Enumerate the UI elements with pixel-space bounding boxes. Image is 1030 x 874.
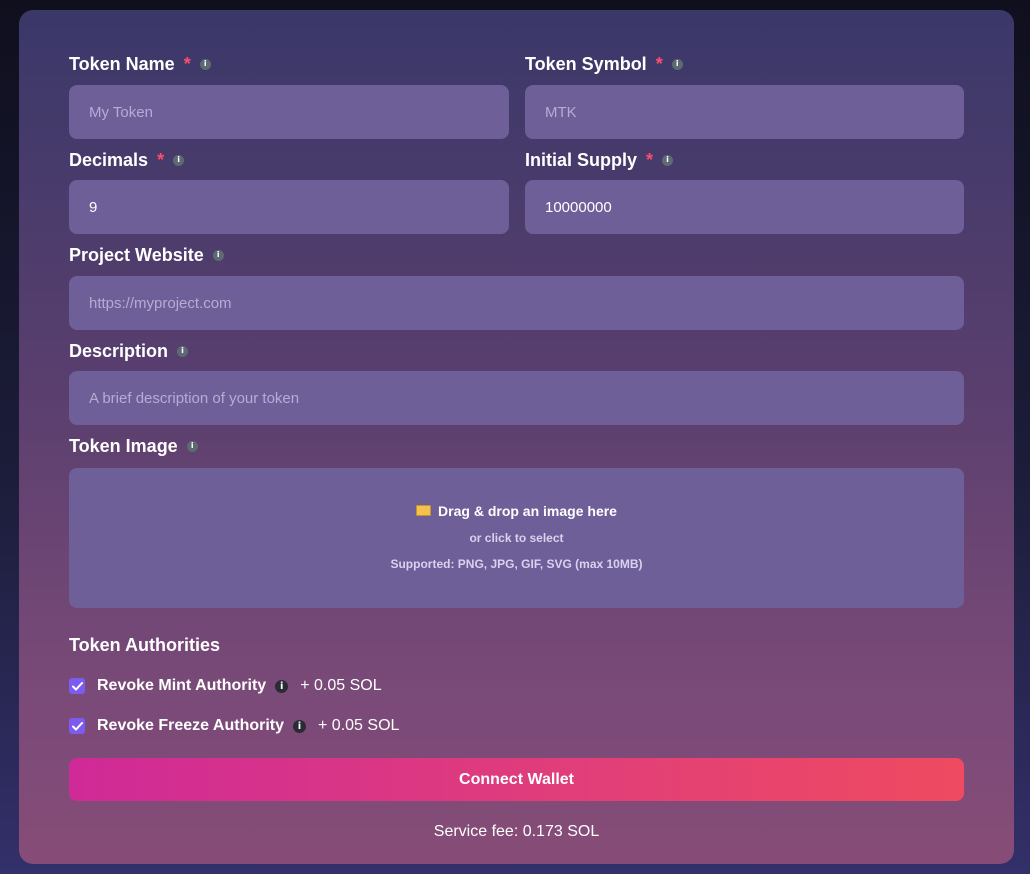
token-name-label: Token Name * i — [69, 53, 211, 75]
info-icon[interactable]: i — [662, 154, 674, 166]
dropzone-drop-text: Drag & drop an image here — [438, 503, 617, 519]
token-image-label: Token Image i — [69, 435, 198, 457]
description-input[interactable] — [69, 371, 964, 425]
initial-supply-label: Initial Supply * i — [525, 149, 674, 171]
dropzone-main-text: Drag & drop an image here — [69, 503, 964, 519]
image-dropzone[interactable]: Drag & drop an image here or click to se… — [69, 468, 964, 608]
token-name-input[interactable] — [69, 85, 509, 139]
check-icon — [71, 721, 83, 730]
project-website-label: Project Website i — [69, 244, 224, 266]
description-label-text: Description — [69, 341, 169, 361]
dropzone-supported-text: Supported: PNG, JPG, GIF, SVG (max 10MB) — [390, 557, 643, 571]
decimals-input[interactable] — [69, 180, 509, 234]
service-fee: Service fee: 0.173 SOL — [433, 823, 600, 840]
folder-icon — [416, 505, 432, 516]
info-icon[interactable]: i — [199, 58, 211, 70]
initial-supply-label-text: Initial Supply — [525, 150, 638, 170]
token-symbol-label: Token Symbol * i — [525, 53, 683, 75]
token-symbol-input[interactable] — [525, 85, 964, 139]
connect-wallet-button[interactable]: Connect Wallet — [69, 758, 964, 801]
token-form-card: Token Name * i Token Symbol * i Decimals… — [19, 10, 1014, 864]
initial-supply-input[interactable] — [525, 180, 964, 234]
info-icon[interactable]: i — [186, 440, 198, 452]
decimals-label-text: Decimals — [69, 150, 149, 170]
token-image-label-text: Token Image — [69, 436, 178, 456]
info-icon[interactable]: i — [173, 154, 185, 166]
revoke-mint-label: Revoke Mint Authority — [97, 677, 267, 694]
description-label: Description i — [69, 340, 189, 362]
authorities-title: Token Authorities — [69, 635, 221, 655]
info-icon[interactable]: i — [293, 719, 307, 733]
required-asterisk: * — [157, 150, 165, 170]
info-icon[interactable]: i — [671, 58, 683, 70]
revoke-mint-price: + 0.05 SOL — [300, 677, 382, 694]
decimals-label: Decimals * i — [69, 149, 185, 171]
token-name-label-text: Token Name — [69, 54, 175, 74]
project-website-label-text: Project Website — [69, 245, 204, 265]
required-asterisk: * — [655, 54, 663, 74]
revoke-mint-row: Revoke Mint Authority i + 0.05 SOL — [69, 677, 382, 695]
token-symbol-label-text: Token Symbol — [525, 54, 647, 74]
revoke-mint-checkbox[interactable] — [69, 678, 85, 694]
required-asterisk: * — [183, 54, 191, 74]
dropzone-sub-text: or click to select — [469, 531, 564, 545]
revoke-freeze-label: Revoke Freeze Authority — [97, 717, 285, 734]
project-website-input[interactable] — [69, 276, 964, 330]
required-asterisk: * — [646, 150, 654, 170]
check-icon — [71, 681, 83, 690]
revoke-freeze-price: + 0.05 SOL — [318, 717, 400, 734]
info-icon[interactable]: i — [177, 345, 189, 357]
revoke-freeze-checkbox[interactable] — [69, 718, 85, 734]
revoke-freeze-row: Revoke Freeze Authority i + 0.05 SOL — [69, 717, 399, 735]
info-icon[interactable]: i — [212, 249, 224, 261]
info-icon[interactable]: i — [275, 679, 289, 693]
